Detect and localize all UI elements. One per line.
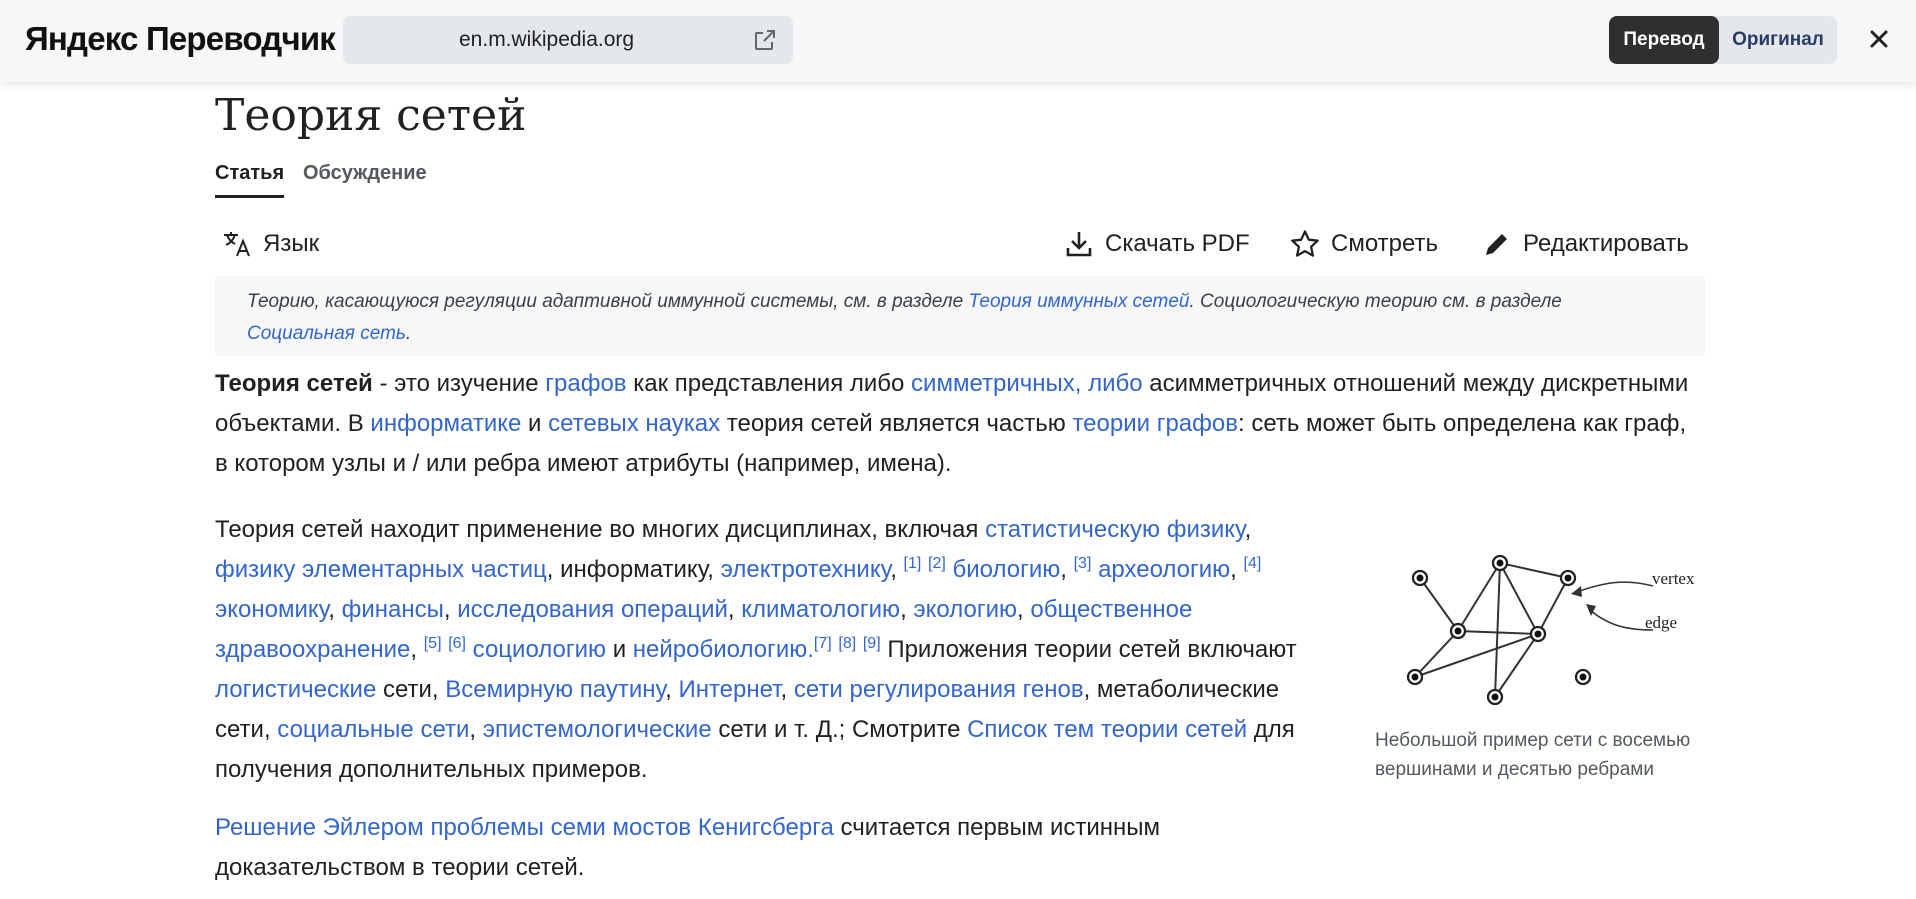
url-field[interactable]: en.m.wikipedia.org	[343, 16, 793, 64]
link-graph-theory[interactable]: теории графов	[1072, 410, 1238, 437]
figure-caption: Небольшой пример сети с восемью вершинам…	[1375, 730, 1691, 780]
download-icon	[1066, 232, 1092, 257]
link-internet[interactable]: Интернет	[678, 676, 780, 703]
text: сети,	[376, 676, 446, 703]
hatnote-text: .	[405, 323, 412, 344]
link-network-science[interactable]: сетевых науках	[548, 410, 720, 437]
original-view-button[interactable]: Оригинал	[1719, 16, 1837, 64]
ref-2[interactable]: [2]	[928, 555, 946, 572]
text: сети и т. Д.; Смотрите	[711, 716, 968, 743]
ref-5[interactable]: [5]	[424, 635, 442, 652]
text: - это изучение	[372, 370, 546, 397]
paragraph-euler: Решение Эйлером проблемы семи мостов Кен…	[215, 808, 1215, 888]
ref-4[interactable]: [4]	[1244, 555, 1262, 572]
link-biology[interactable]: биологию	[952, 556, 1060, 583]
link-world-wide-web[interactable]: Всемирную паутину	[445, 676, 665, 703]
link-electrical-engineering[interactable]: электротехнику	[721, 556, 891, 583]
url-text: en.m.wikipedia.org	[459, 28, 635, 51]
text: ,	[1060, 556, 1074, 583]
text: ,	[1230, 556, 1244, 583]
close-icon[interactable]	[1866, 26, 1892, 52]
view-toggle: Перевод Оригинал	[1609, 16, 1837, 64]
text: и	[606, 636, 633, 663]
bold-term: Теория сетей	[215, 370, 373, 397]
link-ecology[interactable]: экологию	[913, 596, 1017, 623]
edit-label: Редактировать	[1523, 230, 1689, 257]
text: ,	[469, 716, 483, 743]
ref-7[interactable]: [7]	[814, 635, 832, 652]
watch-button[interactable]: Смотреть	[1289, 228, 1438, 260]
text: ,	[727, 596, 742, 623]
ref-1[interactable]: [1]	[904, 555, 922, 572]
link-archaeology[interactable]: археологию	[1098, 556, 1230, 583]
text: как представления либо	[626, 370, 912, 397]
link-graphs[interactable]: графов	[545, 370, 626, 397]
link-neuroscience[interactable]: нейробиологию.	[633, 636, 814, 663]
ref-3[interactable]: [3]	[1074, 555, 1092, 572]
hatnote: Теорию, касающуюся регуляции адаптивной …	[215, 276, 1705, 356]
link-informatics[interactable]: информатике	[370, 410, 521, 437]
edit-button[interactable]: Редактировать	[1481, 228, 1689, 260]
star-icon	[1291, 230, 1319, 257]
page-title: Теория сетей	[215, 90, 527, 141]
link-particle-physics[interactable]: физику элементарных частиц	[215, 556, 547, 583]
link-finance[interactable]: финансы	[342, 596, 444, 623]
network-diagram: vertex edge	[1406, 554, 1695, 706]
link-gene-regulatory[interactable]: сети регулирования генов	[794, 676, 1084, 703]
translator-bar: Яндекс Переводчик en.m.wikipedia.org Пер…	[0, 0, 1916, 82]
hatnote-text: Теорию, касающуюся регуляции адаптивной …	[247, 291, 969, 312]
link-konigsberg-bridges[interactable]: Решение Эйлером проблемы семи мостов Кен…	[215, 814, 834, 841]
link-climatology[interactable]: климатологию	[741, 596, 900, 623]
hatnote-text: . Социологическую теорию см. в разделе	[1189, 291, 1562, 312]
text: ,	[780, 676, 794, 703]
link-immune-network[interactable]: Теория иммунных сетей	[968, 291, 1189, 312]
brand-logo[interactable]: Яндекс Переводчик	[25, 20, 336, 58]
link-epistemological[interactable]: эпистемологические	[483, 716, 712, 743]
text: ,	[900, 596, 914, 623]
vertex-label: vertex	[1652, 569, 1695, 588]
tab-talk[interactable]: Обсуждение	[303, 162, 427, 195]
paragraph-applications: Теория сетей находит применение во многи…	[215, 510, 1335, 790]
text: теория сетей является частью	[720, 410, 1073, 437]
language-button[interactable]: Язык	[221, 228, 319, 260]
text: Приложения теории сетей включают	[880, 636, 1297, 663]
pencil-icon	[1486, 234, 1507, 255]
ref-6[interactable]: [6]	[448, 635, 466, 652]
link-logistics[interactable]: логистические	[215, 676, 376, 703]
link-social-networks[interactable]: социальные сети	[277, 716, 469, 743]
paragraph-intro: Теория сетей - это изучение графов как п…	[215, 364, 1705, 484]
text: , информатику,	[546, 556, 721, 583]
external-link-icon[interactable]	[753, 28, 777, 52]
link-social-network[interactable]: Социальная сеть	[247, 323, 406, 344]
text: Теория сетей находит применение во многи…	[215, 516, 986, 543]
link-symmetric[interactable]: симметричных, либо	[911, 370, 1143, 397]
text: и	[521, 410, 549, 437]
link-economics[interactable]: экономику	[215, 596, 328, 623]
link-topics-list[interactable]: Список тем теории сетей	[967, 716, 1247, 743]
text: ,	[1244, 516, 1252, 543]
text: ,	[890, 556, 904, 583]
edge-label: edge	[1645, 613, 1677, 632]
ref-8[interactable]: [8]	[838, 635, 856, 652]
text: ,	[665, 676, 679, 703]
link-sociology[interactable]: социологию	[473, 636, 606, 663]
language-label: Язык	[263, 230, 320, 257]
link-operations-research[interactable]: исследования операций	[457, 596, 728, 623]
network-figure: vertex edge Небольшой пример сети с восе…	[1375, 542, 1715, 784]
text: ,	[328, 596, 342, 623]
text: ,	[443, 596, 458, 623]
translate-view-button[interactable]: Перевод	[1609, 16, 1719, 64]
translate-icon	[224, 232, 250, 257]
tab-article[interactable]: Статья	[215, 162, 285, 198]
text: ,	[410, 636, 424, 663]
ref-9[interactable]: [9]	[863, 635, 881, 652]
download-pdf-label: Скачать PDF	[1105, 230, 1250, 257]
page-actions: Язык Скачать PDF Смотреть Редактировать	[215, 218, 1705, 280]
download-pdf-button[interactable]: Скачать PDF	[1063, 228, 1250, 260]
link-statistical-physics[interactable]: статистическую физику	[985, 516, 1245, 543]
text: ,	[1017, 596, 1031, 623]
watch-label: Смотреть	[1331, 230, 1439, 257]
